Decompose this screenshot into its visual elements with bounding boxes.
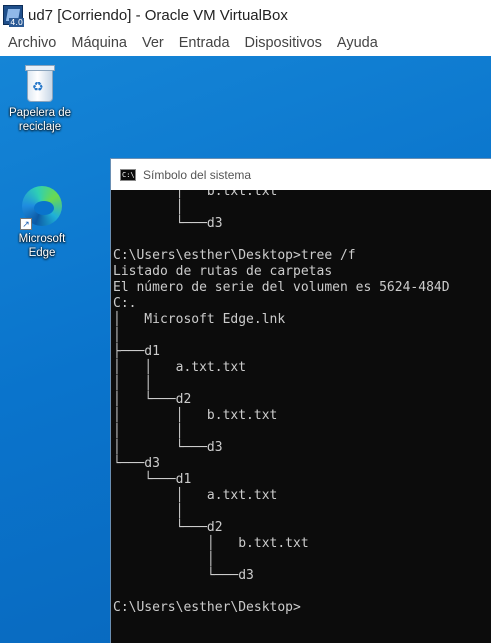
console-line: │ Microsoft Edge.lnk — [113, 312, 286, 327]
cmd-titlebar[interactable]: C:\ Símbolo del sistema — [111, 159, 491, 190]
console-line: C:\Users\esther\Desktop> — [113, 600, 301, 615]
console-line: C:. — [113, 296, 137, 311]
console-line: └───d2 — [113, 520, 223, 535]
console-line: │ │ b.txt.txt — [113, 408, 278, 423]
console-line: │ — [113, 200, 184, 215]
edge-icon: ↗ — [20, 184, 64, 230]
console-line: │ — [113, 328, 121, 343]
edge-shortcut[interactable]: ↗ Microsoft Edge — [4, 184, 80, 260]
console-line: │ a.txt.txt — [113, 488, 278, 503]
console-line: │ — [113, 504, 184, 519]
console-line: └───d1 — [113, 472, 192, 487]
shortcut-arrow-icon: ↗ — [20, 218, 32, 230]
cmd-window[interactable]: C:\ Símbolo del sistema │ b.txt.txt │ └─… — [110, 158, 491, 643]
console-line: └───d3 — [113, 568, 254, 583]
console-line: │ b.txt.txt — [113, 536, 309, 551]
console-line: │ └───d2 — [113, 392, 192, 407]
edge-label: Microsoft Edge — [18, 233, 66, 259]
console-line: El número de serie del volumen es 5624-4… — [113, 280, 450, 295]
menu-dispositivos[interactable]: Dispositivos — [237, 35, 329, 51]
menu-entrada[interactable]: Entrada — [171, 35, 237, 51]
menu-ayuda[interactable]: Ayuda — [329, 35, 385, 51]
console-line: └───d3 — [113, 456, 160, 471]
window-title: ud7 [Corriendo] - Oracle VM VirtualBox — [28, 6, 288, 24]
console-line: │ │ a.txt.txt — [113, 360, 247, 375]
console-line: └───d3 — [113, 216, 223, 231]
cmd-title: Símbolo del sistema — [143, 167, 252, 182]
console-line: │ └───d3 — [113, 440, 223, 455]
cmd-icon: C:\ — [120, 168, 136, 181]
console-line: │ b.txt.txt — [113, 190, 278, 199]
console-line: │ │ — [113, 376, 153, 391]
cmd-console[interactable]: │ b.txt.txt │ └───d3 C:\Users\esther\Des… — [111, 190, 491, 643]
console-output: │ b.txt.txt │ └───d3 C:\Users\esther\Des… — [111, 190, 491, 616]
virtualbox-icon: 4.0 — [3, 5, 24, 27]
recycle-bin-label-line1: Papelera de — [8, 107, 72, 119]
vbox-titlebar: 4.0 ud7 [Corriendo] - Oracle VM VirtualB… — [0, 0, 491, 30]
console-line: │ — [113, 552, 215, 567]
console-line: │ │ — [113, 424, 184, 439]
menu-bar: Archivo Máquina Ver Entrada Dispositivos… — [0, 30, 491, 56]
recycle-bin-shortcut[interactable]: ♻ Papelera de reciclaje — [2, 64, 78, 134]
menu-maquina[interactable]: Máquina — [63, 35, 134, 51]
console-line: C:\Users\esther\Desktop>tree /f — [113, 248, 356, 263]
menu-ver[interactable]: Ver — [134, 35, 171, 51]
recycle-bin-icon: ♻ — [24, 64, 56, 102]
recycle-bin-label-line2: reciclaje — [18, 121, 62, 133]
console-line: Listado de rutas de carpetas — [113, 264, 333, 279]
menu-archivo[interactable]: Archivo — [0, 35, 63, 51]
console-line: ├───d1 — [113, 344, 160, 359]
